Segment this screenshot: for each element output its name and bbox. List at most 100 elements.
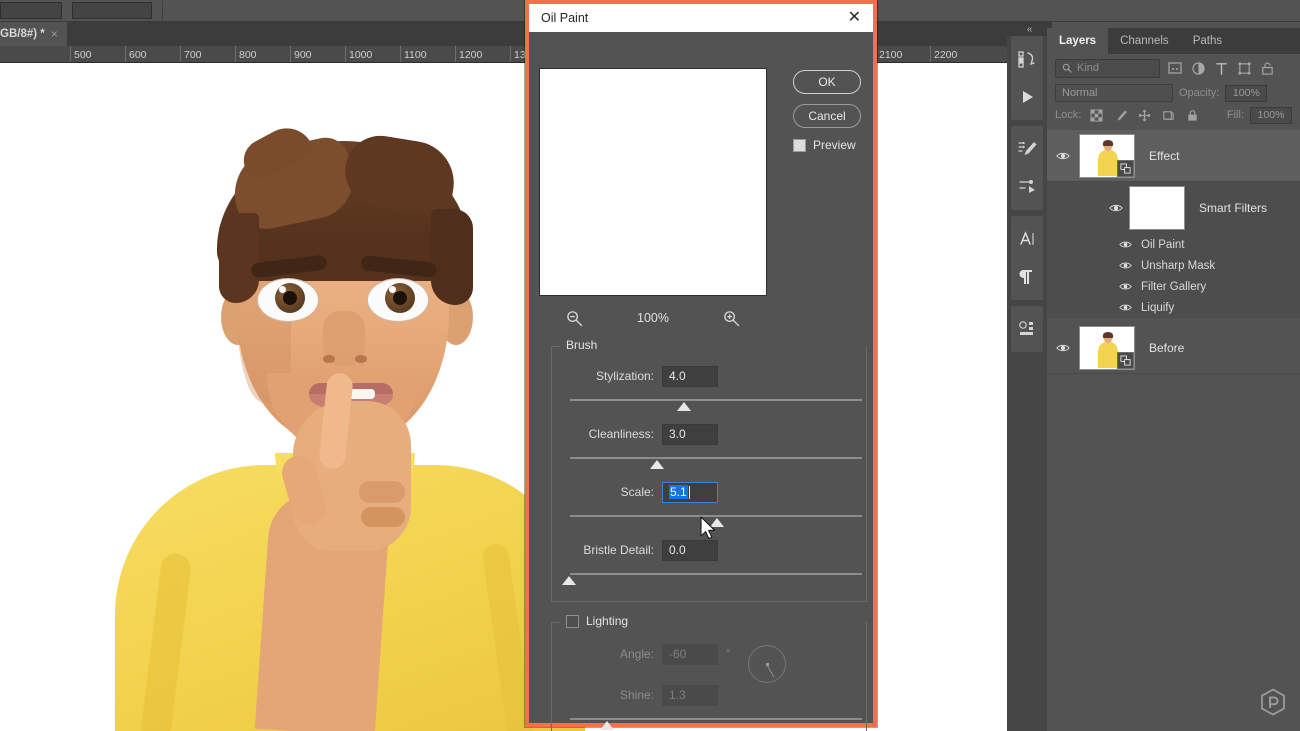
tab-channels[interactable]: Channels (1108, 28, 1181, 54)
brush-legend-label: Brush (566, 338, 598, 352)
lock-all-icon[interactable] (1186, 109, 1199, 122)
cleanliness-slider-track[interactable] (570, 457, 862, 459)
smart-filter-filter-gallery[interactable]: Filter Gallery (1047, 276, 1300, 297)
cleanliness-input[interactable]: 3.0 (662, 423, 718, 445)
lighting-checkbox[interactable] (566, 614, 579, 628)
cancel-button[interactable]: Cancel (793, 104, 861, 128)
character-panel-icon[interactable] (1011, 220, 1043, 258)
smart-object-badge (1117, 351, 1134, 369)
eye-icon (1056, 152, 1070, 159)
document-tab[interactable]: GB/8#) * × (0, 22, 67, 46)
shape-layer-filter-icon[interactable] (1238, 62, 1251, 75)
collapse-panels-button[interactable]: « (1007, 22, 1052, 36)
eye-icon[interactable] (1119, 240, 1132, 249)
paragraph-panel-icon[interactable] (1011, 258, 1043, 296)
stylization-label: Stylization: (595, 369, 654, 383)
bristle-detail-input[interactable]: 0.0 (662, 539, 718, 561)
smart-object-filter-icon[interactable] (1261, 62, 1274, 75)
tab-layers[interactable]: Layers (1047, 28, 1109, 54)
scale-input-value: 5.1 (669, 485, 688, 499)
lock-artboard-icon[interactable] (1162, 109, 1175, 122)
type-layer-filter-icon[interactable] (1215, 62, 1228, 75)
close-icon[interactable]: ✕ (844, 10, 865, 26)
scale-input[interactable]: 5.1 (662, 481, 718, 503)
blend-mode-row: Normal Opacity: 100% (1047, 82, 1300, 104)
artwork-pupil-right (393, 291, 407, 305)
opacity-value[interactable]: 100% (1225, 84, 1268, 102)
preview-checkbox-row[interactable]: ✓ Preview (793, 138, 861, 152)
smart-filters-row[interactable]: Smart Filters (1047, 182, 1300, 234)
filter-kind-label: Kind (1077, 62, 1100, 74)
ruler-tick: 900 (290, 46, 312, 62)
shine-slider-handle[interactable] (600, 721, 614, 730)
close-icon[interactable]: × (51, 27, 58, 41)
dock-group-properties (1011, 306, 1043, 352)
smart-filter-mask-thumbnail[interactable] (1129, 186, 1185, 230)
preview-checkbox[interactable]: ✓ (793, 138, 806, 152)
filter-type-icons (1168, 61, 1274, 75)
zoom-in-icon[interactable] (723, 310, 740, 327)
panel-tab-bar: Layers Channels Paths (1047, 28, 1300, 54)
adjustment-layer-filter-icon[interactable] (1192, 61, 1205, 75)
play-action-icon[interactable] (1011, 78, 1043, 116)
layer-thumbnail[interactable] (1079, 133, 1135, 178)
shine-input[interactable]: 1.3 (662, 684, 718, 706)
smart-filter-oil-paint[interactable]: Oil Paint (1047, 234, 1300, 255)
stylization-input[interactable]: 4.0 (662, 365, 718, 387)
option-field-2[interactable] (72, 2, 152, 19)
bristle-detail-slider-track[interactable] (570, 573, 862, 575)
properties-panel-icon[interactable] (1011, 310, 1043, 348)
scale-label: Scale: (620, 485, 654, 499)
eye-icon[interactable] (1119, 282, 1132, 291)
ruler-tick: 500 (70, 46, 92, 62)
lighting-section-legend[interactable]: Lighting (560, 614, 635, 628)
lock-position-icon[interactable] (1138, 109, 1151, 122)
lock-transparency-icon[interactable] (1090, 108, 1103, 122)
lock-image-icon[interactable] (1114, 109, 1128, 122)
smart-filter-name: Liquify (1141, 301, 1175, 314)
tab-paths[interactable]: Paths (1181, 28, 1234, 54)
ruler-tick: 1000 (345, 46, 372, 62)
dock-group-type (1011, 216, 1043, 300)
angle-input[interactable]: -60 (662, 643, 718, 665)
eye-icon (1056, 344, 1070, 351)
artwork-nostril (355, 355, 367, 363)
eye-icon[interactable] (1119, 261, 1132, 270)
fill-value[interactable]: 100% (1250, 106, 1292, 124)
dialog-titlebar[interactable]: Oil Paint ✕ (529, 4, 873, 32)
stylization-slider-track[interactable] (570, 399, 862, 401)
layer-visibility-toggle[interactable] (1047, 151, 1079, 161)
shine-slider-track[interactable] (570, 718, 862, 720)
eye-icon[interactable] (1119, 303, 1132, 312)
brush-section: Brush Stylization: 4.0 Cleanliness: 3.0 (551, 338, 867, 602)
fill-group: Fill: 100% (1227, 106, 1292, 124)
filter-kind-select[interactable]: Kind (1055, 58, 1160, 78)
smart-filters-visibility-toggle[interactable] (1103, 203, 1129, 213)
text-caret (688, 485, 690, 499)
cleanliness-label: Cleanliness: (588, 427, 654, 441)
shine-label: Shine: (619, 688, 654, 702)
angle-dial[interactable] (748, 645, 786, 683)
layer-thumbnail[interactable] (1079, 325, 1135, 370)
filter-preview[interactable] (539, 68, 767, 296)
pixel-layer-filter-icon[interactable] (1168, 62, 1182, 74)
history-actions-icon[interactable] (1011, 40, 1043, 78)
layer-visibility-toggle[interactable] (1047, 343, 1079, 353)
cleanliness-slider-handle[interactable] (650, 460, 664, 469)
dialog-title: Oil Paint (541, 11, 589, 25)
artwork-pupil-left (283, 291, 297, 305)
brush-settings-icon[interactable] (1011, 130, 1043, 168)
stylization-slider-handle[interactable] (677, 402, 691, 411)
layer-row-before[interactable]: Before (1047, 322, 1300, 374)
smart-filter-liquify[interactable]: Liquify (1047, 297, 1300, 318)
option-field-1[interactable] (0, 2, 62, 19)
zoom-out-icon[interactable] (566, 310, 583, 327)
photoshop-window: GB/8#) * × 500 600 700 800 900 1000 1100… (0, 0, 1300, 731)
ok-button[interactable]: OK (793, 70, 861, 94)
blend-mode-select[interactable]: Normal (1055, 84, 1173, 102)
brush-presets-icon[interactable] (1011, 168, 1043, 206)
layer-row-effect[interactable]: Effect (1047, 130, 1300, 182)
oil-paint-dialog: Oil Paint ✕ OK Cancel ✓ Preview 100% Bru… (525, 0, 877, 731)
bristle-detail-slider-handle[interactable] (562, 576, 576, 585)
smart-filter-unsharp-mask[interactable]: Unsharp Mask (1047, 255, 1300, 276)
